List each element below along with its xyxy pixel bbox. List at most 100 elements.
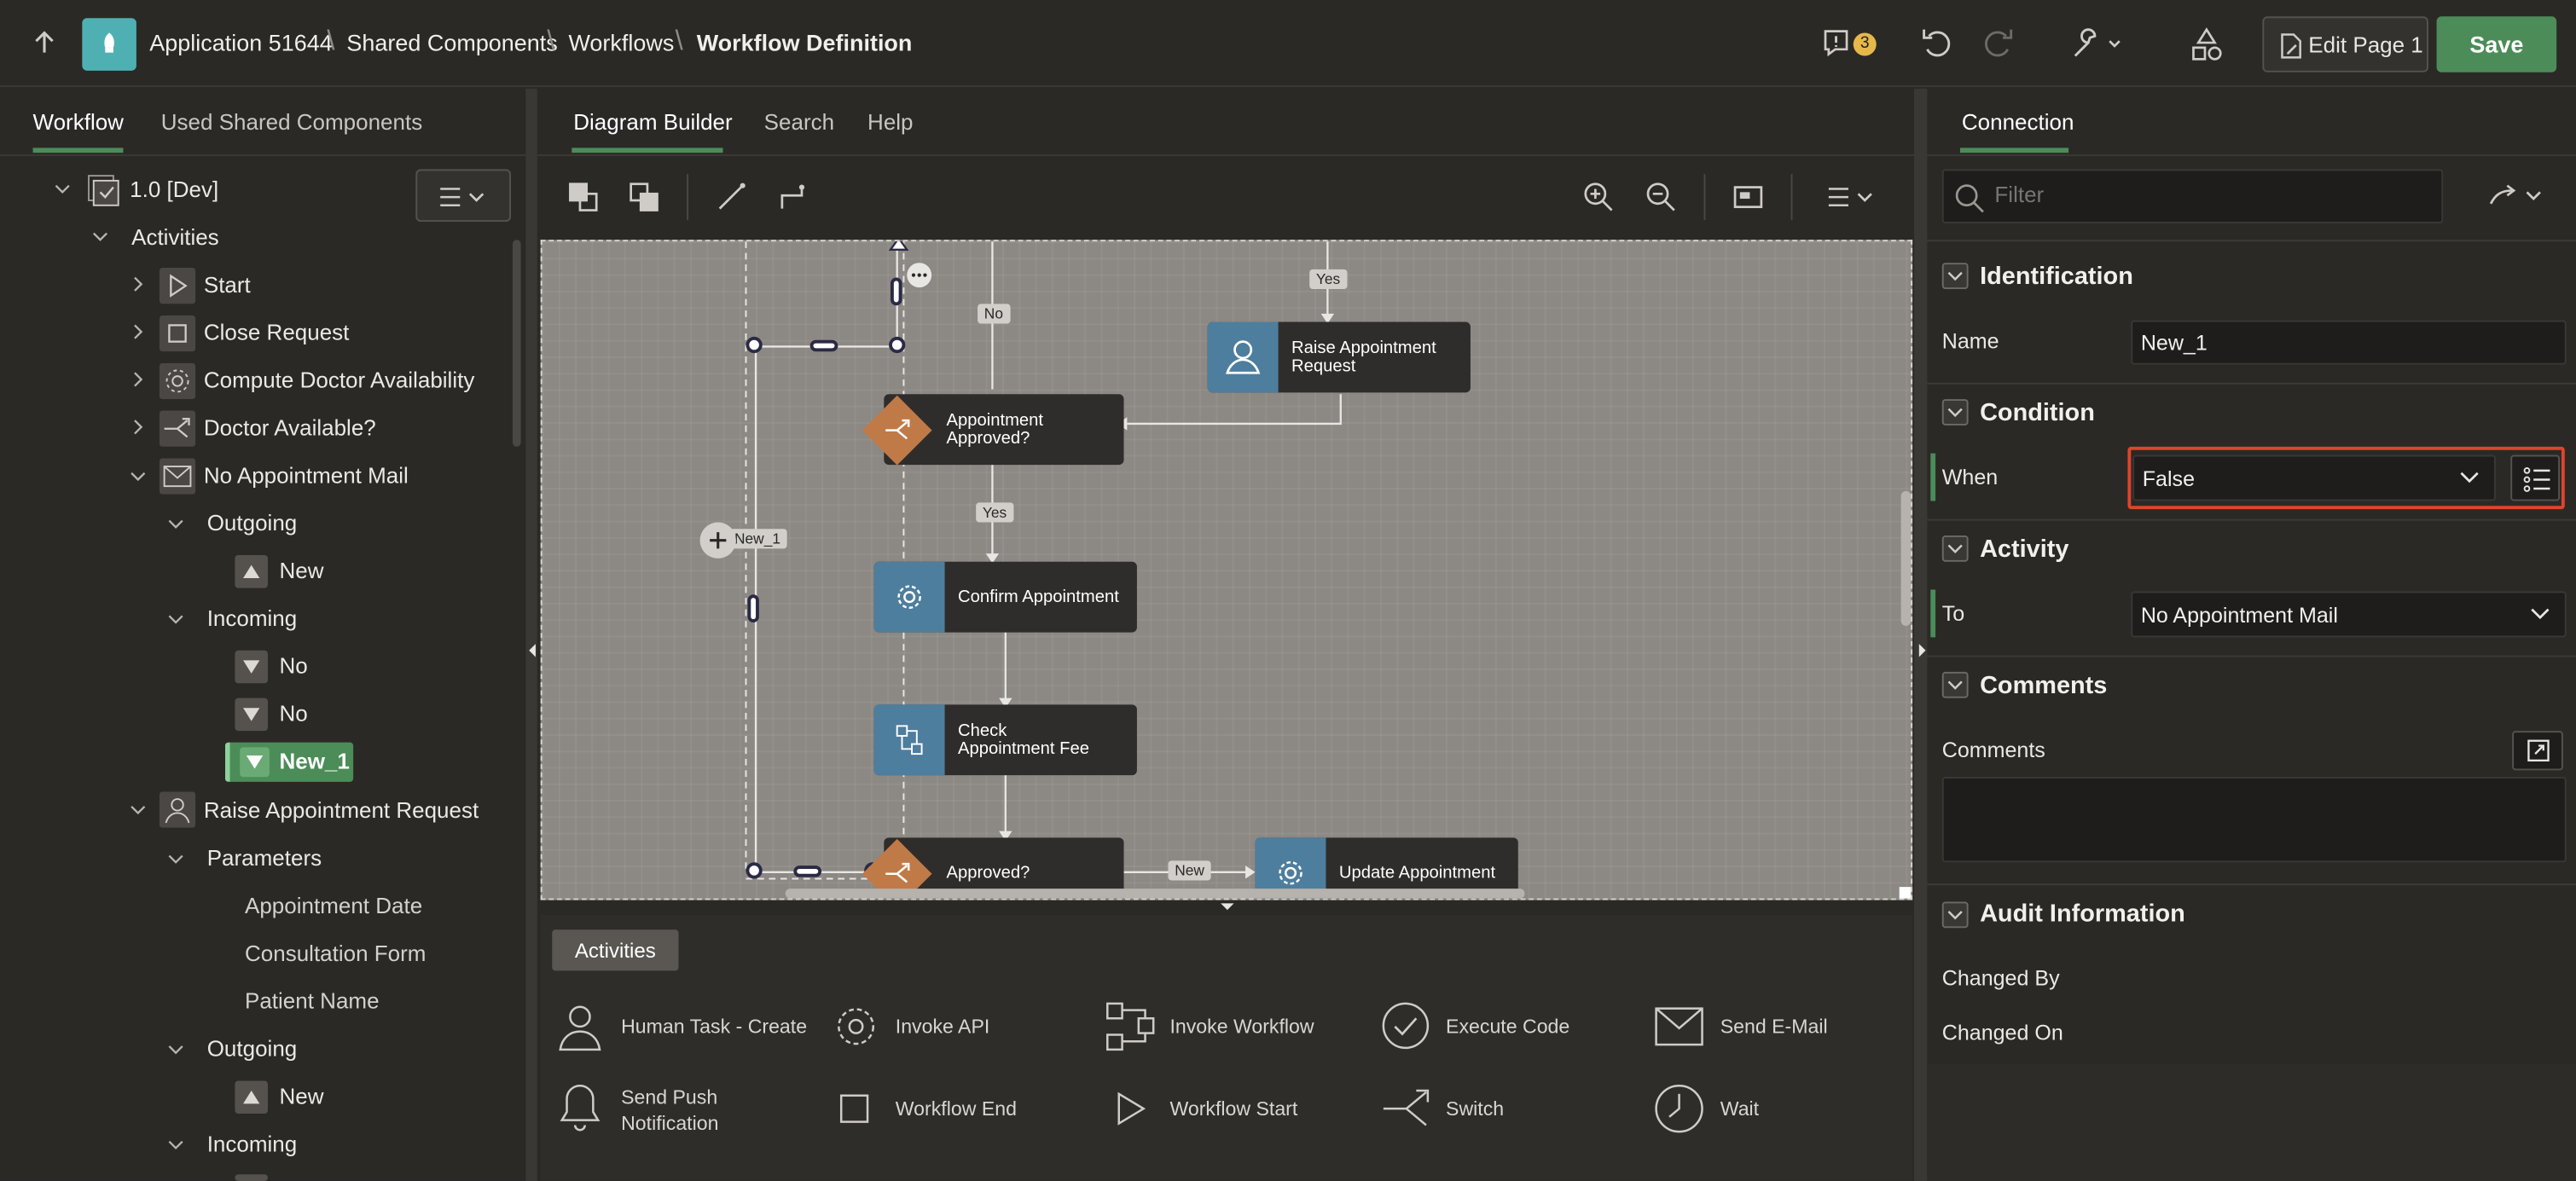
breadcrumb-workflows[interactable]: Workflows (568, 30, 674, 56)
palette-send-email[interactable]: Send E-Mail (1720, 1015, 1828, 1038)
tab-help[interactable]: Help (867, 110, 913, 135)
palette-workflow-end[interactable]: Workflow End (896, 1097, 1017, 1120)
connector-label-new-1[interactable]: New_1 (728, 529, 787, 549)
bring-front-icon[interactable] (567, 181, 600, 214)
collapse-section-icon[interactable] (1941, 671, 1969, 698)
tree-item-version[interactable]: 1.0 [Dev] (130, 177, 218, 217)
collapse-section-icon[interactable] (1941, 901, 1969, 929)
chevron-down-icon[interactable] (130, 802, 146, 818)
node-confirm-appointment[interactable]: Confirm Appointment (873, 561, 1137, 633)
tree-item-doctor-available[interactable]: Doctor Available? (204, 415, 376, 454)
node-check-appointment-fee[interactable]: Check Appointment Fee (873, 704, 1137, 776)
section-condition[interactable]: Condition (1980, 399, 2095, 427)
tree-item-no[interactable]: No (279, 654, 307, 693)
tree-item-no[interactable]: No (279, 701, 307, 740)
invoke-api-icon[interactable] (832, 1002, 881, 1051)
chevron-right-icon[interactable] (130, 419, 146, 435)
tree-item-incoming[interactable]: Incoming (207, 606, 298, 645)
chevron-down-icon[interactable] (167, 516, 183, 532)
list-of-values-button[interactable] (2510, 454, 2561, 501)
canvas-resize-handle[interactable] (1899, 887, 1912, 899)
tree-scrollbar[interactable] (512, 240, 521, 447)
tree-item-parameters[interactable]: Parameters (207, 846, 322, 885)
workflow-start-icon[interactable] (1112, 1091, 1148, 1126)
section-activity[interactable]: Activity (1980, 536, 2068, 564)
chevron-down-icon[interactable] (130, 468, 146, 484)
expand-editor-button[interactable] (2512, 731, 2563, 771)
tree-item-compute-doctor-availability[interactable]: Compute Doctor Availability (204, 368, 474, 407)
name-field[interactable]: New_1 (2131, 320, 2567, 365)
tree-item-activities[interactable]: Activities (131, 225, 219, 264)
tree-item-patient-name[interactable]: Patient Name (245, 989, 380, 1028)
zoom-in-icon[interactable] (1582, 181, 1616, 214)
right-splitter[interactable] (1914, 89, 1928, 1181)
collapse-section-icon[interactable] (1941, 263, 1969, 290)
collapse-section-icon[interactable] (1941, 535, 1969, 562)
diagram-menu-icon[interactable] (1825, 184, 1878, 211)
node-raise-appointment-request[interactable]: Raise Appointment Request (1207, 321, 1471, 393)
chevron-down-icon[interactable] (167, 1137, 183, 1153)
up-arrow-icon[interactable] (30, 28, 60, 58)
fit-to-screen-icon[interactable] (1732, 181, 1765, 214)
connector-label-yes[interactable]: Yes (976, 502, 1013, 523)
straight-link-icon[interactable] (715, 181, 748, 214)
collapse-palette-icon[interactable] (1219, 901, 1235, 912)
connection-handle[interactable] (889, 336, 906, 354)
human-task-icon[interactable] (555, 1000, 605, 1053)
invoke-workflow-icon[interactable] (1104, 1000, 1157, 1053)
section-comments[interactable]: Comments (1980, 672, 2107, 700)
connector-label-new[interactable]: New (1168, 860, 1211, 881)
undo-icon[interactable] (1916, 23, 1958, 66)
tree-item-close-request[interactable]: Close Request (204, 321, 350, 360)
to-select[interactable]: No Appointment Mail (2131, 591, 2567, 638)
connector-label-yes[interactable]: Yes (1309, 269, 1347, 290)
messages-icon[interactable]: 3 (1820, 23, 1877, 66)
go-to-component-icon[interactable] (2481, 177, 2547, 217)
palette-workflow-start[interactable]: Workflow Start (1169, 1097, 1297, 1120)
tab-diagram-builder[interactable]: Diagram Builder (573, 110, 732, 135)
breadcrumb-shared-components[interactable]: Shared Components (346, 30, 557, 56)
connection-segment-handle[interactable] (793, 865, 822, 877)
connection-handle[interactable] (746, 336, 763, 354)
tab-connection[interactable]: Connection (1962, 110, 2074, 135)
chevron-down-icon[interactable] (92, 229, 108, 245)
switch-icon[interactable] (1380, 1084, 1433, 1133)
orthogonal-link-icon[interactable] (777, 181, 810, 214)
connection-segment-handle[interactable] (747, 594, 759, 623)
chevron-down-icon[interactable] (167, 851, 183, 867)
breadcrumb-application[interactable]: Application 51644 (149, 30, 332, 56)
tree-item-raise-appointment-request[interactable]: Raise Appointment Request (204, 798, 479, 837)
palette-execute-code[interactable]: Execute Code (1446, 1015, 1569, 1038)
when-select[interactable]: False (2132, 454, 2496, 501)
chevron-down-icon[interactable] (167, 611, 183, 628)
tree-item-outgoing[interactable]: Outgoing (207, 511, 298, 550)
chevron-right-icon[interactable] (130, 276, 146, 292)
connection-segment-handle[interactable] (809, 339, 838, 352)
execute-code-icon[interactable] (1380, 1000, 1431, 1051)
comments-textarea[interactable] (1941, 777, 2567, 863)
diagram-canvas[interactable]: Yes No Yes New New_1 Raise Appointment R… (540, 240, 1913, 900)
chevron-right-icon[interactable] (130, 323, 146, 339)
palette-wait[interactable]: Wait (1720, 1097, 1759, 1120)
palette-invoke-workflow[interactable]: Invoke Workflow (1169, 1015, 1314, 1038)
save-button[interactable]: Save (2436, 16, 2557, 72)
canvas-vertical-scrollbar[interactable] (1900, 490, 1912, 626)
send-email-icon[interactable] (1653, 1005, 1706, 1048)
chevron-down-icon[interactable] (167, 1041, 183, 1057)
collapse-section-icon[interactable] (1941, 399, 1969, 426)
shared-components-icon[interactable] (2185, 23, 2228, 66)
zoom-out-icon[interactable] (1645, 181, 1678, 214)
connection-handle[interactable] (746, 862, 763, 879)
left-splitter[interactable] (525, 89, 537, 1181)
canvas-horizontal-scrollbar[interactable] (785, 889, 1525, 899)
wrench-menu-icon[interactable] (2068, 23, 2127, 66)
chevron-right-icon[interactable] (130, 371, 146, 387)
tree-item-outgoing[interactable]: Outgoing (207, 1036, 298, 1075)
tree-item-start[interactable]: Start (204, 273, 251, 312)
tree-menu-button[interactable] (415, 169, 512, 223)
connection-segment-handle[interactable] (891, 277, 902, 306)
connector-label-no[interactable]: No (978, 304, 1010, 324)
filter-input[interactable] (1994, 182, 2422, 207)
send-push-notification-icon[interactable] (557, 1080, 603, 1133)
filter-field[interactable] (1941, 169, 2444, 223)
